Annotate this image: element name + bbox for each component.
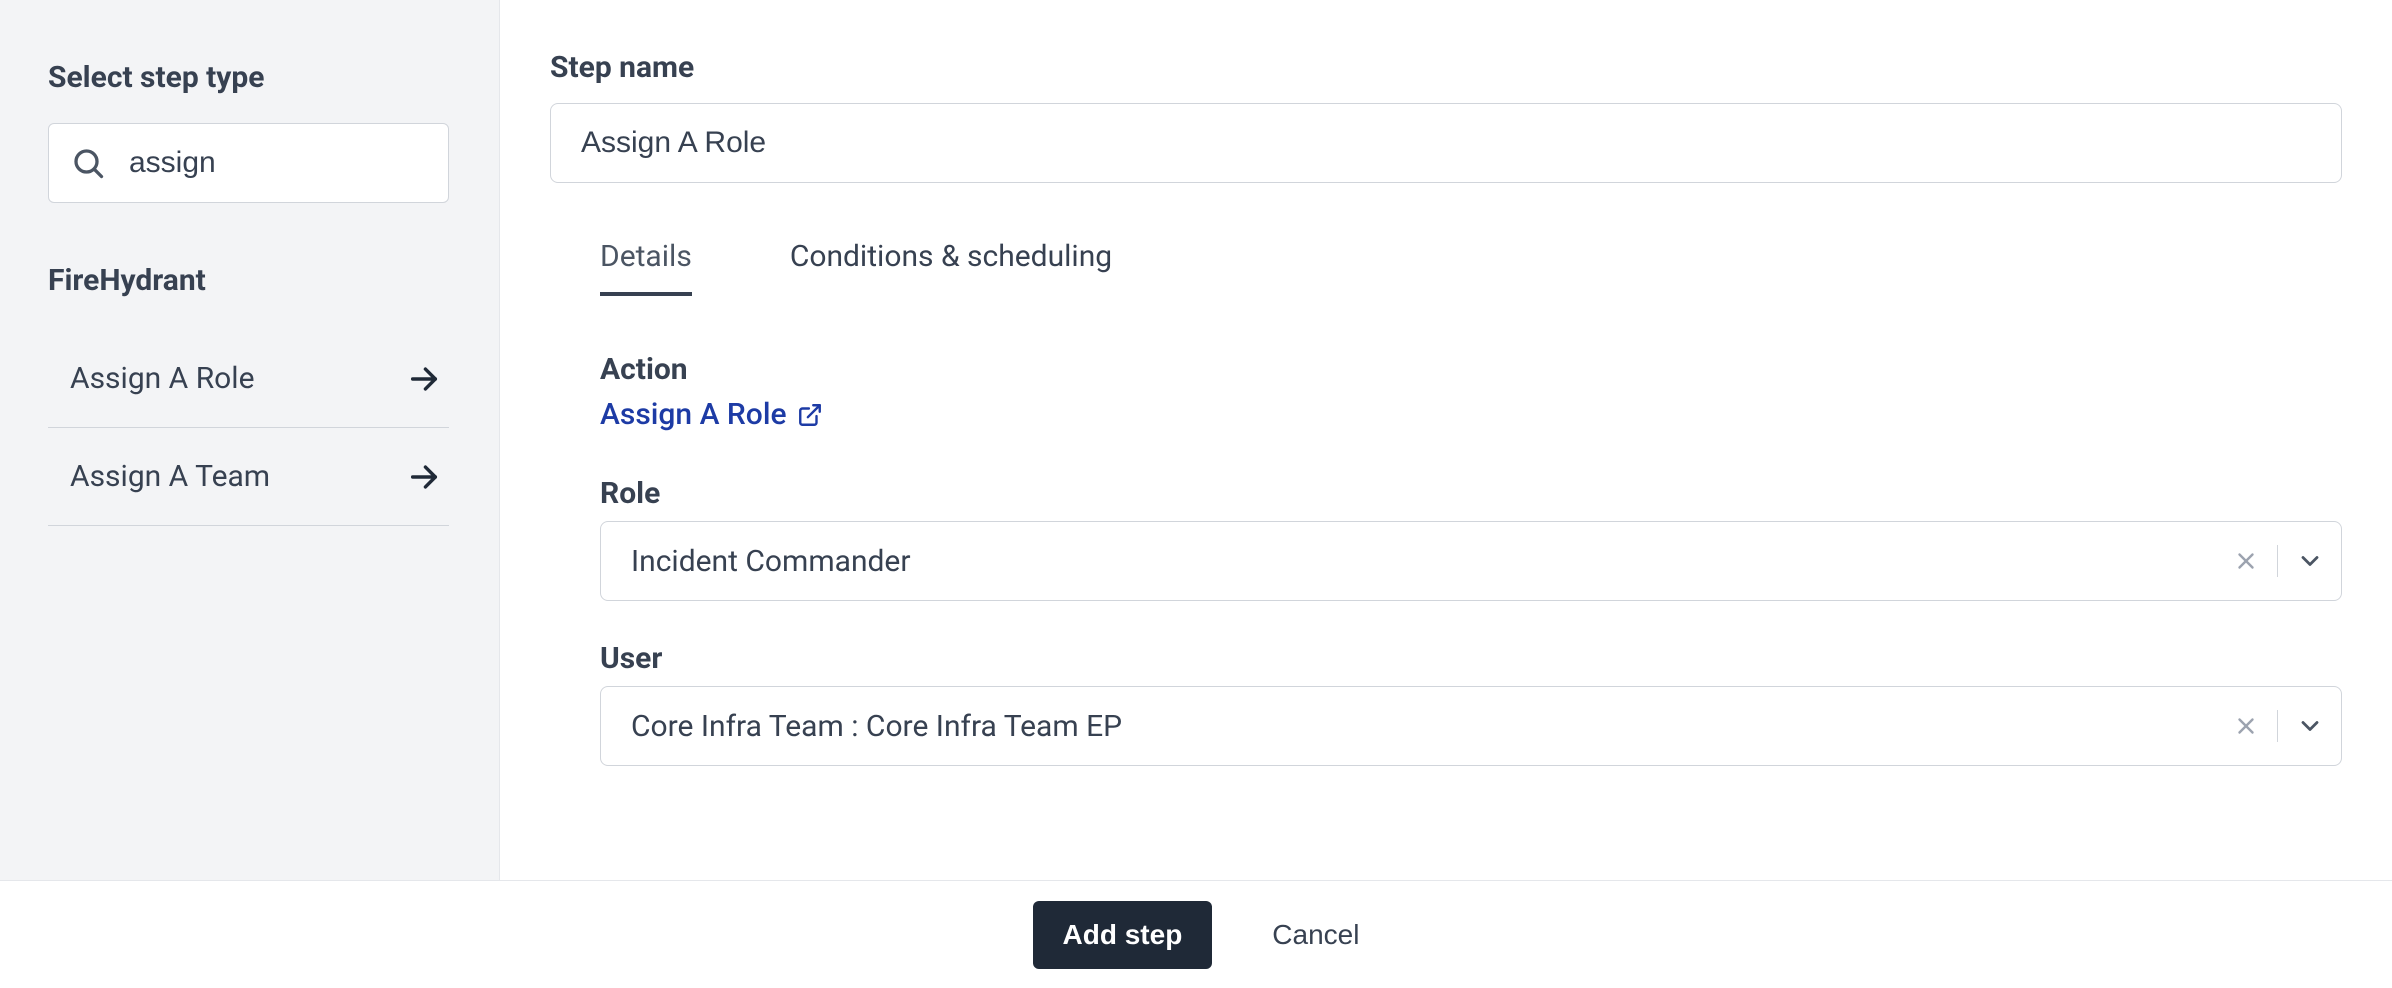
- tab-conditions-scheduling[interactable]: Conditions & scheduling: [790, 239, 1112, 296]
- details-content: Action Assign A Role Role Incident Comma…: [550, 352, 2342, 766]
- sidebar-heading: Select step type: [48, 60, 449, 95]
- action-link[interactable]: Assign A Role: [600, 397, 823, 432]
- role-select-value: Incident Commander: [631, 544, 911, 579]
- tab-details[interactable]: Details: [600, 239, 692, 296]
- select-divider: [2277, 545, 2278, 577]
- select-divider: [2277, 710, 2278, 742]
- user-select-value: Core Infra Team : Core Infra Team EP: [631, 709, 1122, 744]
- footer: Add step Cancel: [0, 880, 2392, 988]
- sidebar-item-assign-a-role[interactable]: Assign A Role: [48, 330, 449, 428]
- add-step-button[interactable]: Add step: [1033, 901, 1213, 969]
- external-link-icon: [797, 402, 823, 428]
- role-select-controls: [2233, 545, 2324, 577]
- user-select[interactable]: Core Infra Team : Core Infra Team EP: [600, 686, 2342, 766]
- dialog-body: Select step type FireHydrant Assign A Ro…: [0, 0, 2392, 880]
- role-select[interactable]: Incident Commander: [600, 521, 2342, 601]
- chevron-down-icon[interactable]: [2296, 712, 2324, 740]
- role-label: Role: [600, 476, 2342, 511]
- tabs: Details Conditions & scheduling: [550, 239, 2342, 296]
- step-name-input[interactable]: [550, 103, 2342, 183]
- sidebar-item-assign-a-team[interactable]: Assign A Team: [48, 428, 449, 526]
- user-select-controls: [2233, 710, 2324, 742]
- search-icon: [70, 145, 106, 181]
- action-link-text: Assign A Role: [600, 397, 787, 432]
- search-wrap: [48, 123, 449, 203]
- arrow-right-icon: [407, 362, 441, 396]
- chevron-down-icon[interactable]: [2296, 547, 2324, 575]
- search-input[interactable]: [48, 123, 449, 203]
- sidebar-item-label: Assign A Team: [70, 459, 270, 494]
- arrow-right-icon: [407, 460, 441, 494]
- clear-icon[interactable]: [2233, 548, 2259, 574]
- step-name-label: Step name: [550, 50, 2342, 85]
- main-panel: Step name Details Conditions & schedulin…: [500, 0, 2392, 880]
- sidebar: Select step type FireHydrant Assign A Ro…: [0, 0, 500, 880]
- sidebar-group-title: FireHydrant: [48, 263, 449, 298]
- clear-icon[interactable]: [2233, 713, 2259, 739]
- cancel-button[interactable]: Cancel: [1272, 919, 1359, 951]
- sidebar-list: Assign A Role Assign A Team: [48, 330, 449, 526]
- user-select-wrap: Core Infra Team : Core Infra Team EP: [600, 686, 2342, 766]
- sidebar-item-label: Assign A Role: [70, 361, 255, 396]
- user-label: User: [600, 641, 2342, 676]
- action-label: Action: [600, 352, 2342, 387]
- role-select-wrap: Incident Commander: [600, 521, 2342, 601]
